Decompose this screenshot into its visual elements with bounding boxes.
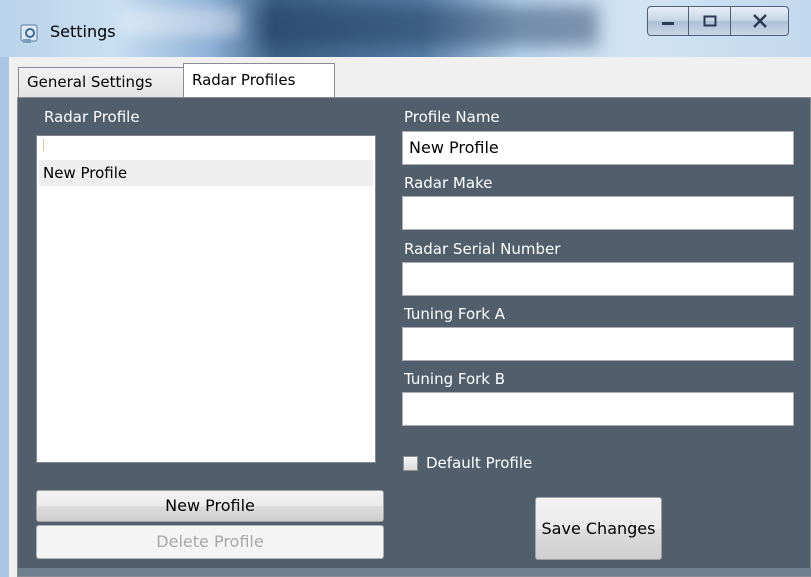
text-cursor (43, 139, 44, 151)
maximize-button[interactable] (689, 6, 731, 36)
list-item-new-profile[interactable]: New Profile (39, 160, 373, 186)
settings-app-icon (20, 24, 38, 43)
radar-serial-label: Radar Serial Number (404, 240, 561, 258)
settings-window: Settings General Settings Radar Profiles… (0, 0, 811, 577)
minimize-button[interactable] (647, 6, 689, 36)
tuning-fork-a-input[interactable] (402, 327, 794, 361)
close-button[interactable] (731, 6, 789, 36)
profile-listbox[interactable]: New Profile (36, 135, 376, 463)
delete-profile-button[interactable]: Delete Profile (36, 525, 384, 559)
tab-radar-profiles[interactable]: Radar Profiles (183, 63, 335, 98)
profile-name-label: Profile Name (404, 108, 500, 126)
save-changes-button[interactable]: Save Changes (535, 497, 662, 560)
default-profile-checkbox[interactable] (403, 456, 418, 471)
minimize-icon (662, 22, 674, 25)
maximize-icon (703, 15, 716, 27)
tuning-fork-b-input[interactable] (402, 392, 794, 426)
new-profile-button[interactable]: New Profile (36, 490, 384, 522)
title-backdrop (258, 6, 598, 46)
radar-make-input[interactable] (402, 196, 794, 230)
tuning-fork-a-label: Tuning Fork A (404, 305, 506, 323)
tab-general-settings[interactable]: General Settings (18, 67, 184, 98)
tuning-fork-b-label: Tuning Fork B (404, 370, 506, 388)
default-profile-label[interactable]: Default Profile (426, 454, 532, 472)
tab-strip: General Settings Radar Profiles (9, 57, 811, 98)
title-bar[interactable]: Settings (0, 0, 811, 57)
profile-name-input[interactable]: New Profile (402, 131, 794, 165)
list-item-empty[interactable] (39, 138, 373, 156)
radar-serial-input[interactable] (402, 262, 794, 296)
radar-make-label: Radar Make (404, 174, 493, 192)
title-glare (120, 8, 240, 36)
caption-buttons (647, 6, 807, 38)
panel-bottom-strip (18, 568, 811, 576)
close-icon (752, 14, 767, 28)
radar-profile-label: Radar Profile (44, 108, 140, 126)
window-title: Settings (50, 22, 116, 41)
